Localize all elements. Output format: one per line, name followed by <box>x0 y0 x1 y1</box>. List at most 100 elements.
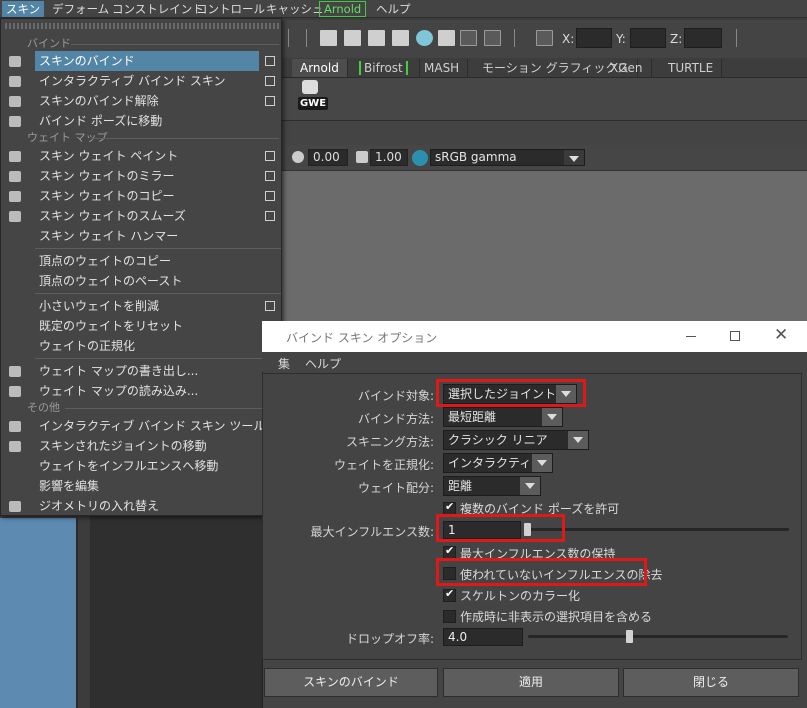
menu-arnold[interactable]: Arnold <box>319 1 367 17</box>
menu-item-replace-geometry[interactable]: ジオメトリの入れ替え <box>35 496 259 516</box>
dropoff-rate-label: ドロップオフ率: <box>345 632 434 646</box>
apply-button[interactable]: 適用 <box>443 668 619 697</box>
dropoff-rate-slider-handle[interactable] <box>626 630 633 643</box>
z-field[interactable] <box>684 28 722 48</box>
shelf-tabs: Arnold Bifrost MASH モーション グラフィックス XGen T… <box>280 58 807 78</box>
tab-bifrost[interactable]: Bifrost <box>348 59 420 77</box>
option-box-icon[interactable] <box>265 191 275 201</box>
tab-turtle[interactable]: TURTLE <box>660 59 723 77</box>
option-box-icon[interactable] <box>265 96 275 106</box>
close-button[interactable]: 閉じる <box>623 668 799 697</box>
menu-item-unbind-skin[interactable]: スキンのバインド解除 <box>35 91 259 111</box>
menu-deform[interactable]: デフォーム <box>48 1 113 17</box>
menu-item-bind-skin[interactable]: スキンのバインド <box>35 51 259 71</box>
menu-item-import-weight-maps[interactable]: ウェイト マップの読み込み... <box>35 381 259 401</box>
gwe-shelf-button[interactable]: GWE <box>298 97 328 110</box>
option-box-icon[interactable] <box>265 56 275 66</box>
menu-skin[interactable]: スキン <box>2 1 45 17</box>
bind-method-label: バインド方法: <box>357 412 434 426</box>
option-box-icon[interactable] <box>265 151 275 161</box>
minimize-icon[interactable] <box>686 336 696 337</box>
paint-weights-icon <box>9 151 21 162</box>
include-hidden-checkbox[interactable] <box>443 610 456 623</box>
menu-item-reset-weights[interactable]: 既定のウェイトをリセット <box>35 316 259 336</box>
render-view-icon[interactable] <box>320 30 337 46</box>
bind-method-value: 最短距離 <box>448 410 497 424</box>
close-icon[interactable]: ✕ <box>774 325 788 345</box>
bind-method-select[interactable]: 最短距離 <box>443 407 563 427</box>
menu-item-export-weight-maps[interactable]: ウェイト マップの書き出し... <box>35 361 259 381</box>
menu-item-move-skinned-joints[interactable]: スキンされたジョイントの移動 <box>35 436 259 456</box>
python-icon[interactable] <box>302 80 318 94</box>
hypershade-icon[interactable] <box>416 30 433 46</box>
maximize-icon[interactable] <box>730 331 740 341</box>
skinning-method-select[interactable]: クラシック リニア <box>443 430 589 450</box>
left-panel-strip <box>0 518 78 708</box>
option-box-icon[interactable] <box>265 301 275 311</box>
y-label: Y: <box>616 32 626 46</box>
menu-item-copy-skin-weights[interactable]: スキン ウェイトのコピー <box>35 186 259 206</box>
weight-distribution-select[interactable]: 距離 <box>443 476 541 496</box>
menu-item-paint-skin-weights[interactable]: スキン ウェイト ペイント <box>35 146 259 166</box>
dialog-menubar: 集 ヘルプ <box>262 352 807 372</box>
section-other-header: その他 <box>27 401 60 414</box>
menu-help[interactable]: ヘルプ <box>372 1 415 17</box>
dropoff-rate-field[interactable]: 4.0 <box>443 628 523 646</box>
x-field[interactable] <box>576 28 612 48</box>
menu-item-interactive-bind-tool[interactable]: インタラクティブ バインド スキン ツール <box>35 416 265 436</box>
exposure-field[interactable]: 0.00 <box>308 149 348 166</box>
menu-item-paste-vertex-weights[interactable]: 頂点のウェイトのペースト <box>35 271 259 291</box>
render-setup-icon[interactable] <box>438 30 455 46</box>
weight-distribution-label: ウェイト配分: <box>357 481 434 495</box>
menu-item-mirror-skin-weights[interactable]: スキン ウェイトのミラー <box>35 166 259 186</box>
menu-item-smooth-skin-weights[interactable]: スキン ウェイトのスムーズ <box>35 206 259 226</box>
menu-item-prune-small-weights[interactable]: 小さいウェイトを削減 <box>35 296 259 316</box>
main-menubar: スキン デフォーム コンストレイント コントロール キャッシュ Arnold ヘ… <box>0 0 807 18</box>
section-bind-header: バインド <box>27 37 71 50</box>
arnold-render-icon[interactable] <box>460 30 477 46</box>
option-box-icon[interactable] <box>265 211 275 221</box>
normalize-select[interactable]: インタラクティブ <box>443 453 553 473</box>
bind-target-label: バインド対象: <box>357 389 434 403</box>
arnold-ipr-icon[interactable] <box>484 30 501 46</box>
copy-weights-icon <box>9 191 21 202</box>
menu-item-go-to-bind-pose[interactable]: バインド ポーズに移動 <box>35 111 259 131</box>
colorspace-select[interactable]: sRGB gamma <box>430 149 585 166</box>
dialog-menu-edit[interactable]: 集 <box>278 355 290 372</box>
colorize-skeleton-checkbox[interactable] <box>443 587 456 602</box>
interactive-bind-tool-icon <box>9 421 21 432</box>
menu-item-normalize-weights[interactable]: ウェイトの正規化 <box>35 336 259 356</box>
skinning-method-label: スキニング方法: <box>345 435 434 449</box>
toolbar-separator <box>306 29 307 47</box>
colorize-skeleton-label: スケルトンのカラー化 <box>460 589 581 603</box>
highlight-box <box>436 379 586 407</box>
menu-item-interactive-bind-skin[interactable]: インタラクティブ バインド スキン <box>35 71 259 91</box>
bind-skin-button[interactable]: スキンのバインド <box>264 668 438 697</box>
menu-item-move-weights-to-influences[interactable]: ウェイトをインフルエンスへ移動 <box>35 456 259 476</box>
chevron-down-icon <box>520 477 540 495</box>
render-settings-icon[interactable] <box>392 30 409 46</box>
section-divider <box>65 408 279 409</box>
tear-off-handle[interactable] <box>5 23 279 29</box>
dropoff-rate-slider[interactable] <box>528 635 788 638</box>
menu-control[interactable]: コントロール <box>192 1 269 17</box>
menu-cache[interactable]: キャッシュ <box>262 1 328 17</box>
unbind-icon <box>9 96 21 107</box>
menu-item-copy-vertex-weights[interactable]: 頂点のウェイトのコピー <box>35 251 259 271</box>
tab-mash[interactable]: MASH <box>416 59 469 77</box>
menu-item-weight-hammer[interactable]: スキン ウェイト ハンマー <box>35 226 259 246</box>
dialog-menu-help[interactable]: ヘルプ <box>305 355 341 372</box>
dialog-titlebar[interactable]: バインド スキン オプション ✕ <box>262 321 807 352</box>
option-box-icon[interactable] <box>265 76 275 86</box>
mirror-weights-icon <box>9 171 21 182</box>
menu-item-edit-influences[interactable]: 影響を編集 <box>35 476 259 496</box>
option-box-icon[interactable] <box>265 171 275 181</box>
color-management-icon[interactable] <box>412 150 428 166</box>
render-frame-icon[interactable] <box>344 30 361 46</box>
tab-xgen[interactable]: XGen <box>602 59 652 77</box>
ipr-render-icon[interactable] <box>368 30 385 46</box>
gamma-field[interactable]: 1.00 <box>370 149 408 166</box>
y-field[interactable] <box>630 28 666 48</box>
tab-arnold[interactable]: Arnold <box>292 59 348 77</box>
snap-grid-icon[interactable] <box>536 30 553 46</box>
